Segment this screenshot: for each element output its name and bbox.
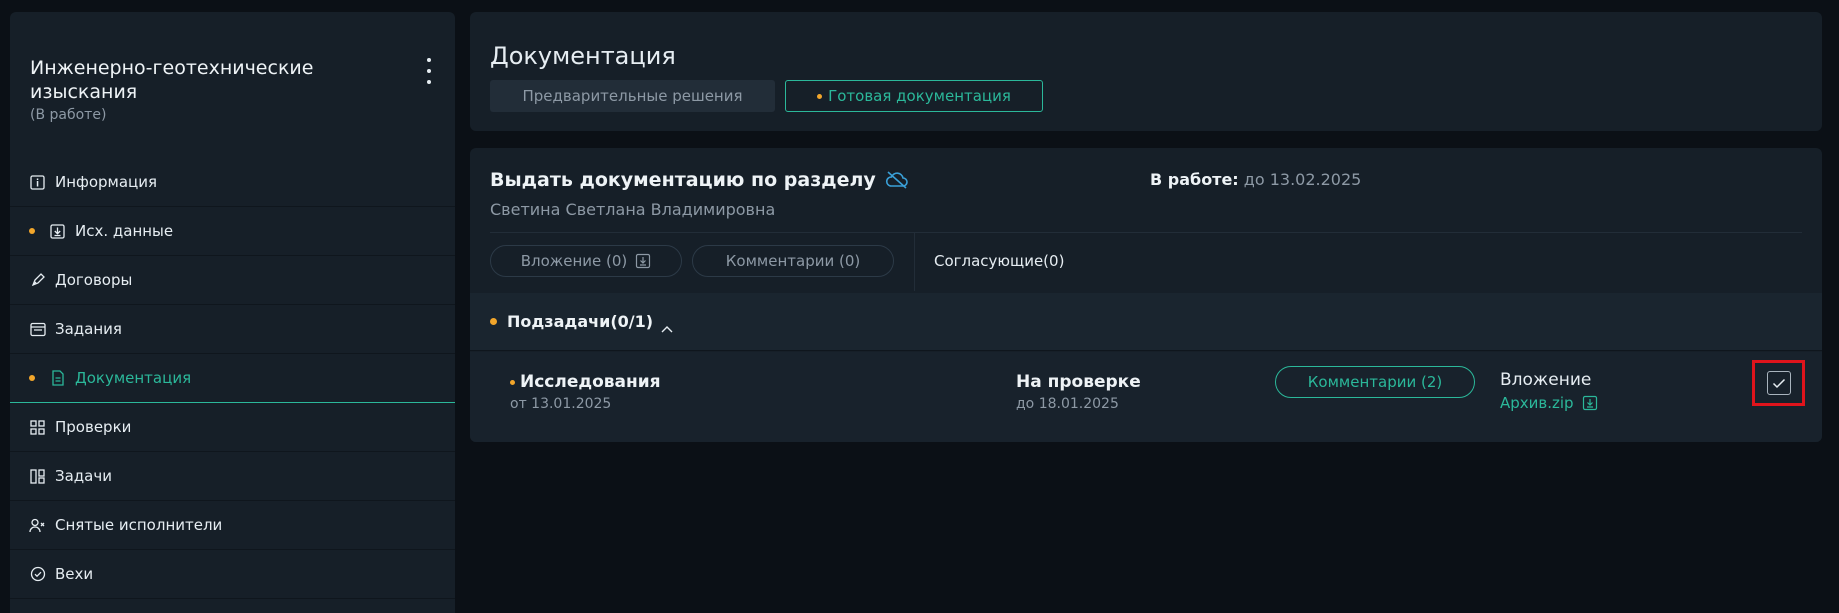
download-icon bbox=[49, 223, 66, 240]
sidebar-item-label: Задания bbox=[55, 320, 122, 338]
sidebar-item-contracts[interactable]: Договоры bbox=[10, 256, 455, 305]
status-dot bbox=[490, 318, 497, 325]
document-icon bbox=[49, 370, 66, 387]
sidebar-item-label: Исх. данные bbox=[75, 222, 174, 240]
status-dot bbox=[510, 379, 515, 385]
info-icon bbox=[29, 174, 46, 191]
subtask-date: от 13.01.2025 bbox=[510, 396, 612, 412]
tab-label: Готовая документация bbox=[828, 87, 1011, 105]
sidebar-item-label: Информация bbox=[55, 173, 158, 191]
sidebar-item-tasks[interactable]: Задачи bbox=[10, 452, 455, 501]
task-title: Выдать документацию по разделу bbox=[490, 169, 910, 191]
divider bbox=[490, 232, 1802, 233]
status-dot bbox=[29, 375, 35, 381]
subtask-comments-button[interactable]: Комментарии (2) bbox=[1275, 366, 1475, 398]
highlight-frame bbox=[1752, 360, 1805, 406]
pen-icon bbox=[29, 272, 46, 289]
comments-button-label: Комментарии (0) bbox=[725, 252, 861, 270]
attachment-button[interactable]: Вложение (0) bbox=[490, 245, 682, 277]
status-dot bbox=[817, 93, 823, 99]
project-title: Инженерно-геотехнические изыскания bbox=[30, 57, 314, 103]
task-deadline: В работе: до 13.02.2025 bbox=[1150, 170, 1361, 189]
in-work-label: В работе: bbox=[1150, 170, 1239, 189]
approvers-label[interactable]: Согласующие(0) bbox=[934, 252, 1064, 270]
approve-checkbox[interactable] bbox=[1766, 371, 1791, 395]
sidebar-item-tasks-assignments[interactable]: Задания bbox=[10, 305, 455, 354]
download-icon bbox=[635, 253, 651, 269]
task-card: Выдать документацию по разделу Светина С… bbox=[470, 148, 1822, 442]
sidebar-item-label: Задачи bbox=[55, 467, 112, 485]
sidebar: Инженерно-геотехнические изыскания (В ра… bbox=[10, 12, 455, 613]
header-card: Документация Предварительные решения Гот… bbox=[470, 12, 1822, 131]
subtask-due: до 18.01.2025 bbox=[1016, 396, 1119, 412]
sidebar-item-checks[interactable]: Проверки bbox=[10, 403, 455, 452]
subtasks-header[interactable]: Подзадачи(0/1) bbox=[470, 293, 1822, 351]
subtask-status: На проверке bbox=[1016, 372, 1141, 392]
sidebar-item-milestones[interactable]: Вехи bbox=[10, 550, 455, 599]
subtask-name: Исследования bbox=[510, 372, 661, 392]
attachment-button-label: Вложение (0) bbox=[520, 252, 628, 270]
window-icon bbox=[29, 321, 46, 338]
subtask-attachment-label: Вложение bbox=[1500, 370, 1592, 390]
grid-icon bbox=[29, 419, 46, 436]
sidebar-header: Инженерно-геотехнические изыскания (В ра… bbox=[30, 56, 410, 123]
subtasks-label: Подзадачи(0/1) bbox=[507, 312, 654, 331]
more-menu-icon[interactable] bbox=[423, 58, 435, 84]
comments-button[interactable]: Комментарии (0) bbox=[692, 245, 894, 277]
sidebar-item-documentation[interactable]: Документация bbox=[10, 354, 455, 403]
board-icon bbox=[29, 468, 46, 485]
chevron-up-icon[interactable] bbox=[661, 318, 673, 332]
download-icon bbox=[1582, 395, 1598, 411]
tab-preliminary-solutions[interactable]: Предварительные решения bbox=[490, 80, 775, 112]
subtask-row: Исследования от 13.01.2025 На проверке д… bbox=[470, 352, 1822, 442]
tab-ready-documentation[interactable]: Готовая документация bbox=[785, 80, 1043, 112]
sidebar-item-info[interactable]: Информация bbox=[10, 158, 455, 207]
subtask-comments-label: Комментарии (2) bbox=[1307, 373, 1443, 391]
sidebar-item-label: Договоры bbox=[55, 271, 133, 289]
task-title-text: Выдать документацию по разделу bbox=[490, 169, 876, 191]
check-circle-icon bbox=[29, 566, 46, 583]
project-status: (В работе) bbox=[30, 107, 107, 123]
subtask-name-text: Исследования bbox=[520, 372, 661, 392]
attachment-file-name: Архив.zip bbox=[1500, 394, 1574, 412]
in-work-value: до 13.02.2025 bbox=[1238, 170, 1362, 189]
sidebar-item-source-data[interactable]: Исх. данные bbox=[10, 207, 455, 256]
sidebar-item-label: Документация bbox=[75, 369, 192, 387]
cloud-off-icon bbox=[884, 170, 910, 190]
task-owner: Светина Светлана Владимировна bbox=[490, 200, 776, 219]
page-title: Документация bbox=[490, 42, 676, 70]
tab-label: Предварительные решения bbox=[522, 87, 743, 105]
sidebar-item-removed-performers[interactable]: Снятые исполнители bbox=[10, 501, 455, 550]
user-remove-icon bbox=[29, 517, 46, 534]
subtask-attachment-link[interactable]: Архив.zip bbox=[1500, 394, 1598, 412]
divider-vertical bbox=[914, 233, 915, 291]
sidebar-item-label: Вехи bbox=[55, 565, 94, 583]
checkmark-icon bbox=[1772, 378, 1785, 388]
sidebar-item-label: Снятые исполнители bbox=[55, 516, 223, 534]
sidebar-item-label: Проверки bbox=[55, 418, 132, 436]
sidebar-menu: Информация Исх. данные Договоры Задания bbox=[10, 158, 455, 599]
status-dot bbox=[29, 228, 35, 234]
